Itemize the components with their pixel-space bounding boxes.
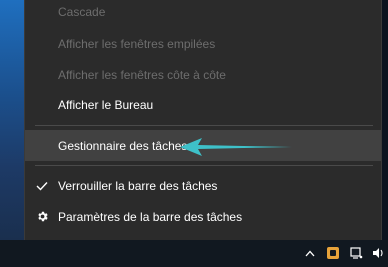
menu-item-side-by-side: Afficher les fenêtres côte à côte	[25, 59, 381, 90]
menu-item-label: Afficher les fenêtres empilées	[58, 36, 216, 51]
menu-item-cascade: Cascade	[25, 0, 381, 27]
menu-item-taskbar-settings[interactable]: Paramètres de la barre des tâches	[25, 201, 381, 232]
app-tray-icon[interactable]	[325, 244, 341, 262]
menu-item-label: Paramètres de la barre des tâches	[58, 209, 243, 224]
taskbar-context-menu: Cascade Afficher les fenêtres empilées A…	[24, 0, 382, 240]
menu-item-label: Afficher les fenêtres côte à côte	[58, 67, 226, 82]
menu-item-label: Verrouiller la barre des tâches	[58, 178, 218, 193]
annotation-arrow	[180, 138, 292, 156]
chevron-up-icon[interactable]	[303, 244, 317, 262]
menu-item-lock-taskbar[interactable]: Verrouiller la barre des tâches	[25, 170, 381, 201]
volume-icon[interactable]	[370, 244, 386, 262]
desktop-wallpaper	[0, 0, 24, 240]
checkmark-icon	[34, 170, 50, 201]
menu-item-label: Afficher le Bureau	[58, 97, 154, 112]
menu-separator	[35, 165, 373, 166]
menu-item-label: Gestionnaire des tâches	[58, 138, 188, 153]
desktop-edge	[382, 0, 388, 240]
menu-item-show-desktop[interactable]: Afficher le Bureau	[25, 89, 381, 120]
display-icon[interactable]	[348, 244, 364, 262]
menu-separator	[35, 125, 373, 126]
menu-item-stacked-windows: Afficher les fenêtres empilées	[25, 28, 381, 59]
gear-icon	[34, 201, 50, 232]
menu-item-label: Cascade	[58, 4, 106, 19]
